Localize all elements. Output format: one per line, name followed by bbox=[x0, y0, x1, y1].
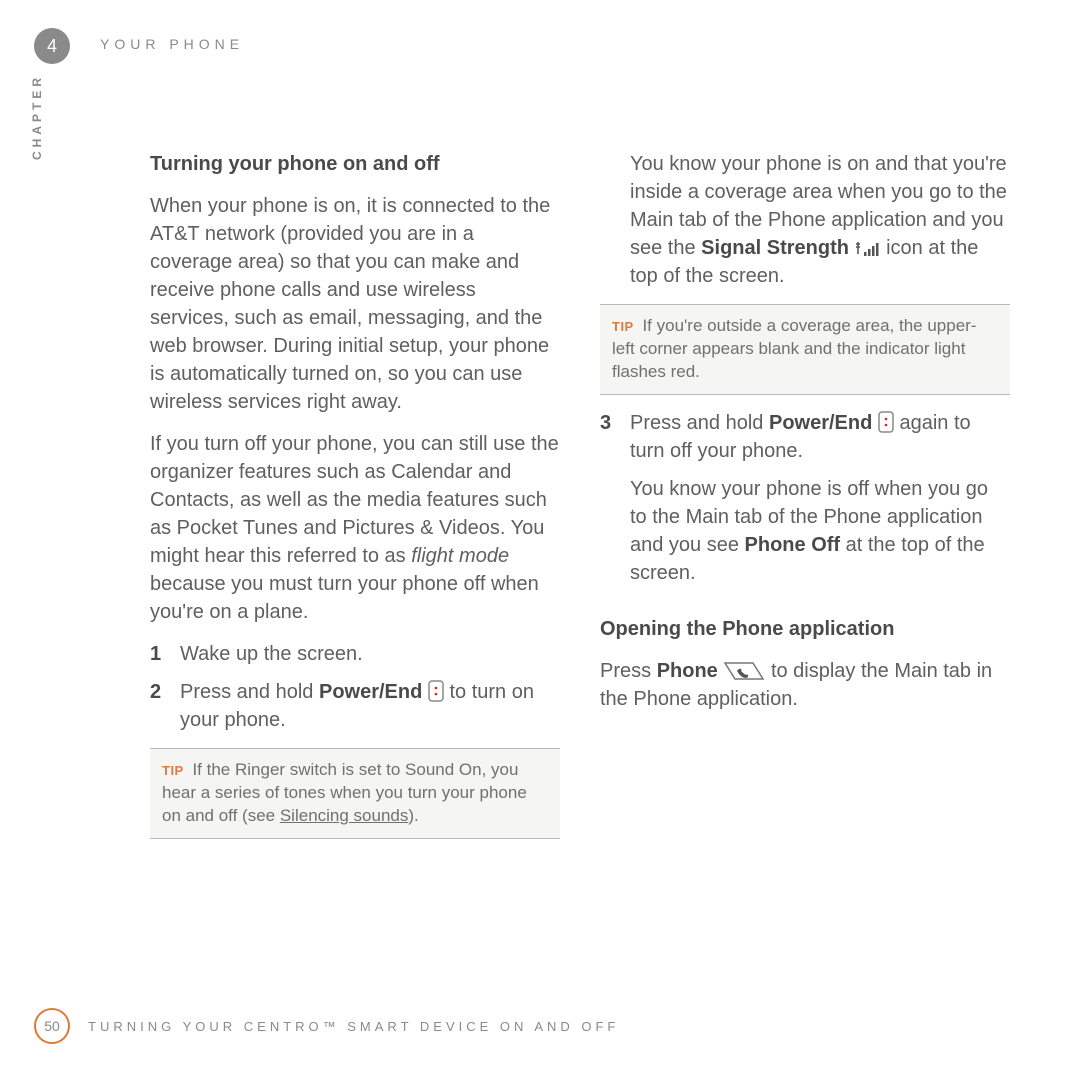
page-number: 50 bbox=[44, 1018, 60, 1034]
text-bold: Phone bbox=[657, 660, 718, 682]
power-end-icon bbox=[428, 680, 444, 702]
left-column: Turning your phone on and off When your … bbox=[150, 150, 560, 853]
body-paragraph: If you turn off your phone, you can stil… bbox=[150, 430, 560, 626]
step-2: 2 Press and hold Power/End to turn on yo… bbox=[150, 678, 560, 734]
tip-label: TIP bbox=[162, 763, 184, 778]
tip-label: TIP bbox=[612, 319, 634, 334]
text-italic: flight mode bbox=[411, 545, 509, 567]
page-number-badge: 50 bbox=[34, 1008, 70, 1044]
text: because you must turn your phone off whe… bbox=[150, 573, 539, 623]
tip-text: ). bbox=[408, 806, 418, 825]
text: Press bbox=[600, 660, 657, 682]
step-3: 3 Press and hold Power/End again to turn… bbox=[600, 409, 1010, 597]
page: 4 YOUR PHONE CHAPTER Turning your phone … bbox=[0, 0, 1080, 1080]
power-end-icon bbox=[878, 411, 894, 433]
body-paragraph: Press Phone to display the Main tab in t… bbox=[600, 657, 1010, 713]
text: Press and hold bbox=[630, 412, 769, 434]
body-paragraph: You know your phone is on and that you'r… bbox=[600, 150, 1010, 290]
section-heading: Opening the Phone application bbox=[600, 615, 1010, 643]
text-bold: Power/End bbox=[769, 412, 872, 434]
text-bold: Phone Off bbox=[745, 534, 841, 556]
right-column: You know your phone is on and that you'r… bbox=[600, 150, 1010, 853]
body-paragraph: When your phone is on, it is connected t… bbox=[150, 192, 560, 416]
tip-box: TIP If the Ringer switch is set to Sound… bbox=[150, 748, 560, 839]
step-1: 1 Wake up the screen. bbox=[150, 640, 560, 668]
step-body: Press and hold Power/End to turn on your… bbox=[180, 678, 560, 734]
chapter-number: 4 bbox=[47, 36, 57, 57]
tip-box: TIP If you're outside a coverage area, t… bbox=[600, 304, 1010, 395]
page-footer: 50 TURNING YOUR CENTRO™ SMART DEVICE ON … bbox=[34, 1008, 619, 1044]
step-number: 1 bbox=[150, 640, 180, 668]
text: Press and hold bbox=[180, 681, 319, 703]
text-bold: Power/End bbox=[319, 681, 422, 703]
phone-key-icon bbox=[723, 661, 765, 681]
step-body: Press and hold Power/End again to turn o… bbox=[630, 409, 1010, 597]
signal-strength-icon bbox=[855, 240, 881, 258]
tip-text: If you're outside a coverage area, the u… bbox=[612, 316, 976, 381]
step-number: 2 bbox=[150, 678, 180, 734]
step-line: Press and hold Power/End again to turn o… bbox=[630, 409, 1010, 465]
text-bold: Signal Strength bbox=[701, 237, 849, 259]
content-area: Turning your phone on and off When your … bbox=[150, 150, 1010, 853]
footer-title: TURNING YOUR CENTRO™ SMART DEVICE ON AND… bbox=[88, 1019, 619, 1034]
step-number: 3 bbox=[600, 409, 630, 597]
tip-link[interactable]: Silencing sounds bbox=[280, 806, 409, 825]
section-heading: Turning your phone on and off bbox=[150, 150, 560, 178]
step-body: Wake up the screen. bbox=[180, 640, 560, 668]
chapter-number-badge: 4 bbox=[34, 28, 70, 64]
step-line: You know your phone is off when you go t… bbox=[630, 475, 1010, 587]
chapter-title: YOUR PHONE bbox=[100, 36, 244, 52]
chapter-side-label: CHAPTER bbox=[30, 74, 44, 160]
